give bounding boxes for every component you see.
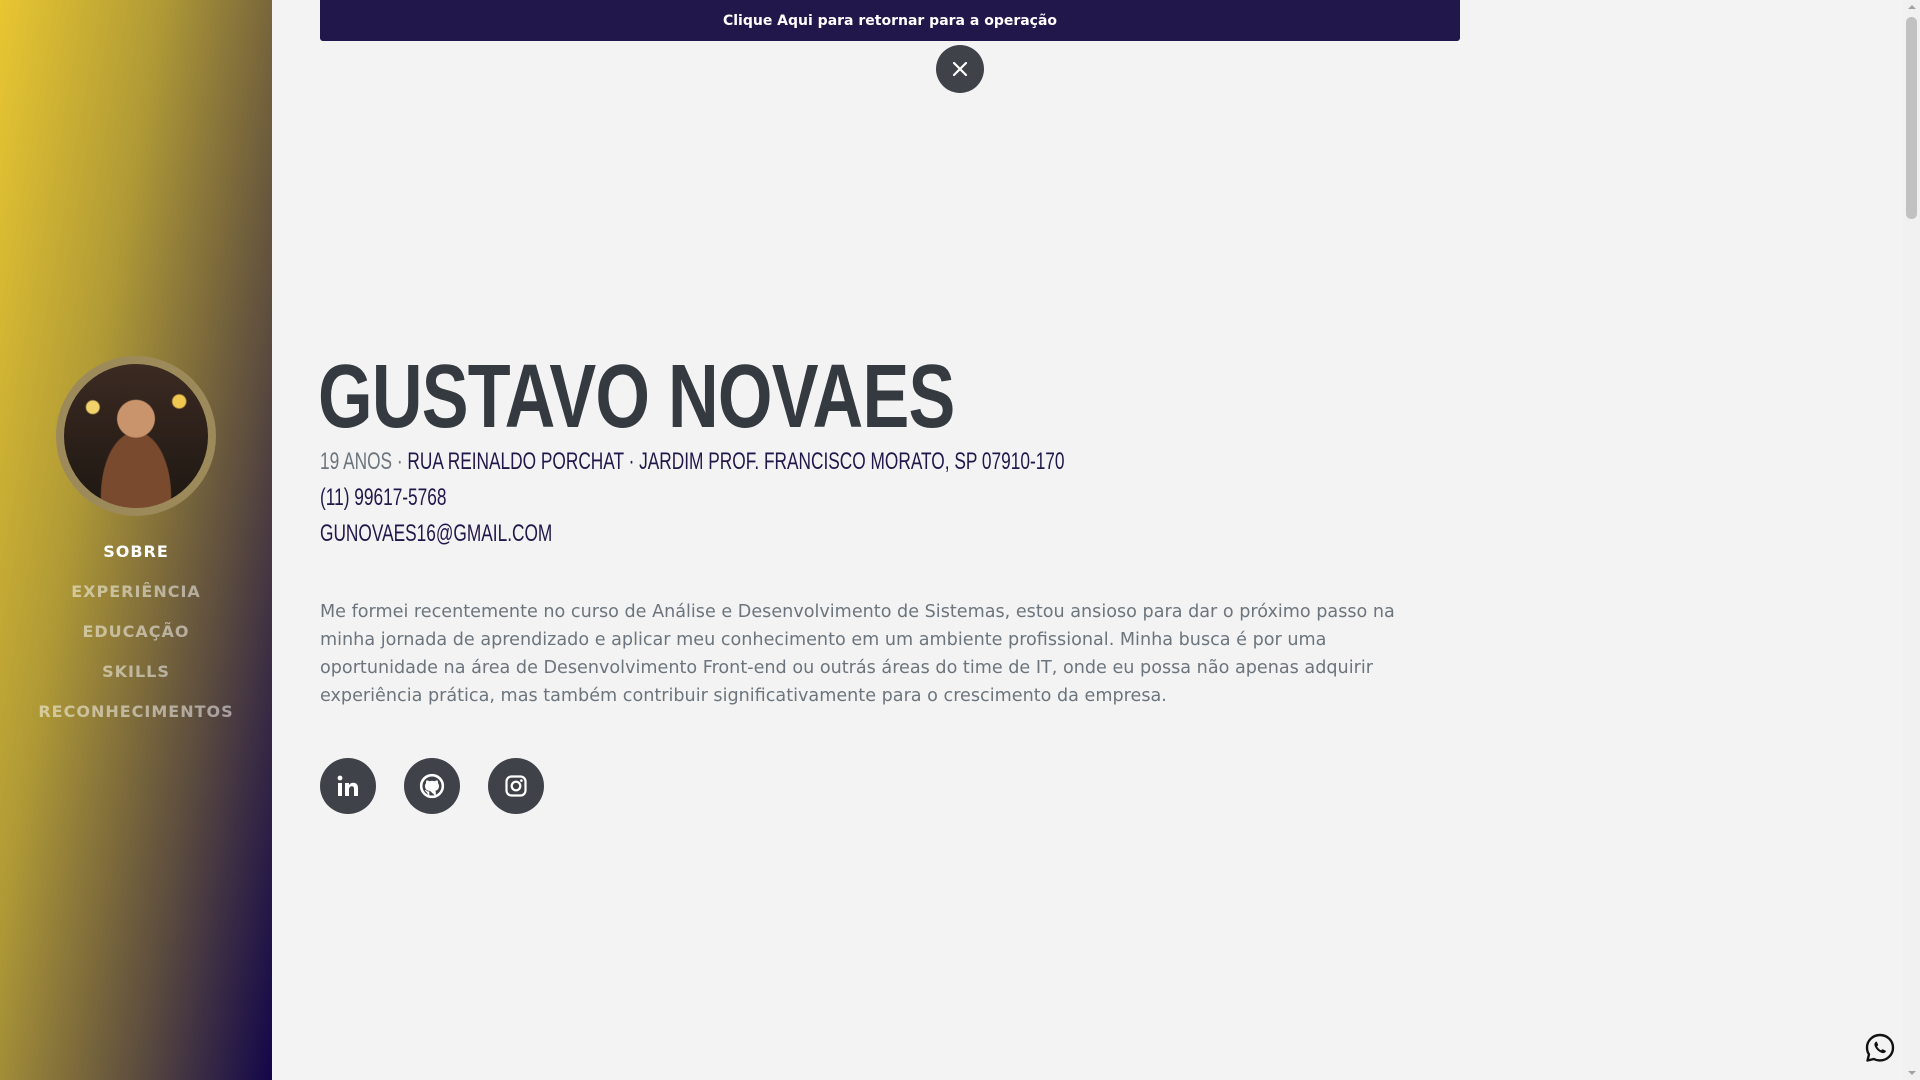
address-text: RUA REINALDO PORCHAT · JARDIM PROF. FRAN… — [407, 448, 1065, 475]
page-scrollbar[interactable] — [1903, 0, 1920, 1080]
github-icon — [419, 773, 445, 799]
nav-item-sobre[interactable]: SOBRE — [0, 538, 272, 578]
social-links — [320, 758, 544, 814]
linkedin-link[interactable] — [320, 758, 376, 814]
whatsapp-button[interactable] — [1864, 1032, 1896, 1064]
whatsapp-icon — [1865, 1033, 1895, 1062]
close-icon — [952, 61, 968, 77]
profile-photo — [56, 356, 216, 516]
page-title: GUSTAVO NOVAES — [318, 347, 955, 447]
instagram-icon — [505, 775, 527, 797]
nav-item-educacao[interactable]: EDUCAÇÃO — [0, 618, 272, 658]
github-link[interactable] — [404, 758, 460, 814]
separator: · — [396, 448, 403, 475]
sidebar: SOBRE EXPERIÊNCIA EDUCAÇÃO SKILLS RECONH… — [0, 0, 272, 1080]
scroll-up-arrow-icon[interactable] — [1908, 5, 1916, 9]
phone-text: (11) 99617-5768 — [320, 484, 447, 511]
scroll-down-arrow-icon[interactable] — [1908, 1071, 1916, 1075]
email-text: GUNOVAES16@GMAIL.COM — [320, 520, 553, 547]
sidebar-nav: SOBRE EXPERIÊNCIA EDUCAÇÃO SKILLS RECONH… — [0, 538, 272, 738]
scrollbar-thumb[interactable] — [1906, 17, 1917, 219]
about-paragraph: Me formei recentemente no curso de Análi… — [320, 602, 1395, 706]
nav-item-experiencia[interactable]: EXPERIÊNCIA — [0, 578, 272, 618]
nav-item-skills[interactable]: SKILLS — [0, 658, 272, 698]
nav-item-reconhecimentos[interactable]: RECONHECIMENTOS — [0, 698, 272, 738]
return-to-operation-banner[interactable]: Clique Aqui para retornar para a operaçã… — [320, 0, 1460, 41]
age-text: 19 ANOS — [320, 448, 393, 475]
linkedin-icon — [337, 775, 358, 796]
profile-subheading-address: 19 ANOS · RUA REINALDO PORCHAT · JARDIM … — [320, 448, 1065, 476]
close-button[interactable] — [936, 45, 984, 93]
instagram-link[interactable] — [488, 758, 544, 814]
